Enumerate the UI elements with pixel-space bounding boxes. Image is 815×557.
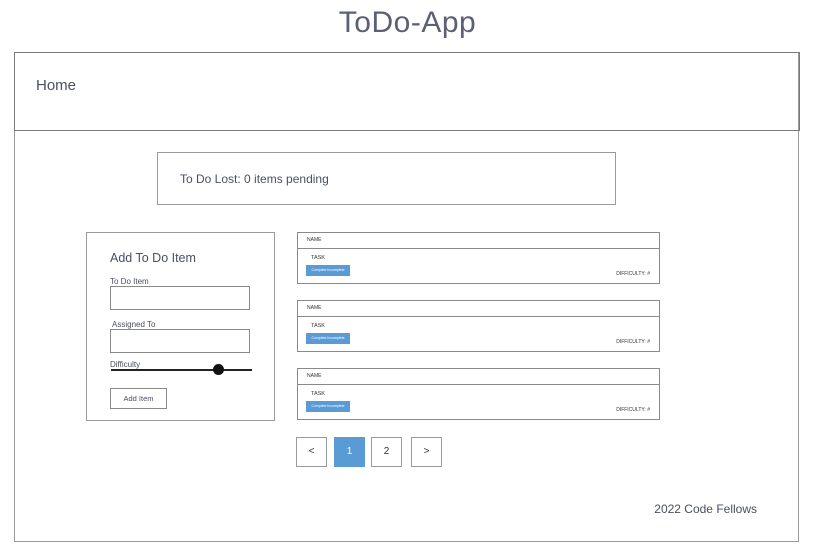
pending-count-text: To Do Lost: 0 items pending <box>180 172 329 186</box>
task-card-header: NAME <box>298 369 659 385</box>
task-card: NAME TASK Complete Incomplete DIFFICULTY… <box>297 300 660 352</box>
task-status-button[interactable]: Complete Incomplete <box>306 333 350 344</box>
pagination-page-1[interactable]: 1 <box>334 437 365 467</box>
task-card-header: NAME <box>298 233 659 249</box>
task-text: TASK <box>311 255 325 261</box>
add-item-button[interactable]: Add Item <box>110 388 167 409</box>
task-name-label: NAME <box>307 373 322 379</box>
task-difficulty: DIFFICULTY: # <box>616 271 650 277</box>
footer-copyright: 2022 Code Fellows <box>654 502 757 516</box>
app-title: ToDo-App <box>338 6 477 39</box>
task-card-header: NAME <box>298 301 659 317</box>
pagination-prev-button[interactable]: < <box>296 437 327 467</box>
task-card: NAME TASK Complete Incomplete DIFFICULTY… <box>297 368 660 420</box>
task-name-label: NAME <box>307 237 322 243</box>
difficulty-slider-thumb[interactable] <box>213 364 224 375</box>
assigned-to-input[interactable] <box>110 329 250 353</box>
task-name-label: NAME <box>307 305 322 311</box>
nav-home-link[interactable]: Home <box>36 77 76 94</box>
form-title: Add To Do Item <box>110 251 196 265</box>
pending-summary: To Do Lost: 0 items pending <box>157 152 616 205</box>
todo-item-input[interactable] <box>110 286 250 310</box>
pagination-next-button[interactable]: > <box>411 437 442 467</box>
nav-bar: Home <box>14 52 800 131</box>
task-difficulty: DIFFICULTY: # <box>616 407 650 413</box>
difficulty-slider-track[interactable] <box>111 369 252 371</box>
task-status-button[interactable]: Complete Incomplete <box>306 401 350 412</box>
add-todo-form: Add To Do Item To Do Item Assigned To Di… <box>86 232 275 421</box>
task-text: TASK <box>311 323 325 329</box>
task-status-button[interactable]: Complete Incomplete <box>306 265 350 276</box>
difficulty-label: Difficulty <box>110 360 141 369</box>
task-card: NAME TASK Complete Incomplete DIFFICULTY… <box>297 232 660 284</box>
task-text: TASK <box>311 391 325 397</box>
pagination-page-2[interactable]: 2 <box>371 437 402 467</box>
task-difficulty: DIFFICULTY: # <box>616 339 650 345</box>
